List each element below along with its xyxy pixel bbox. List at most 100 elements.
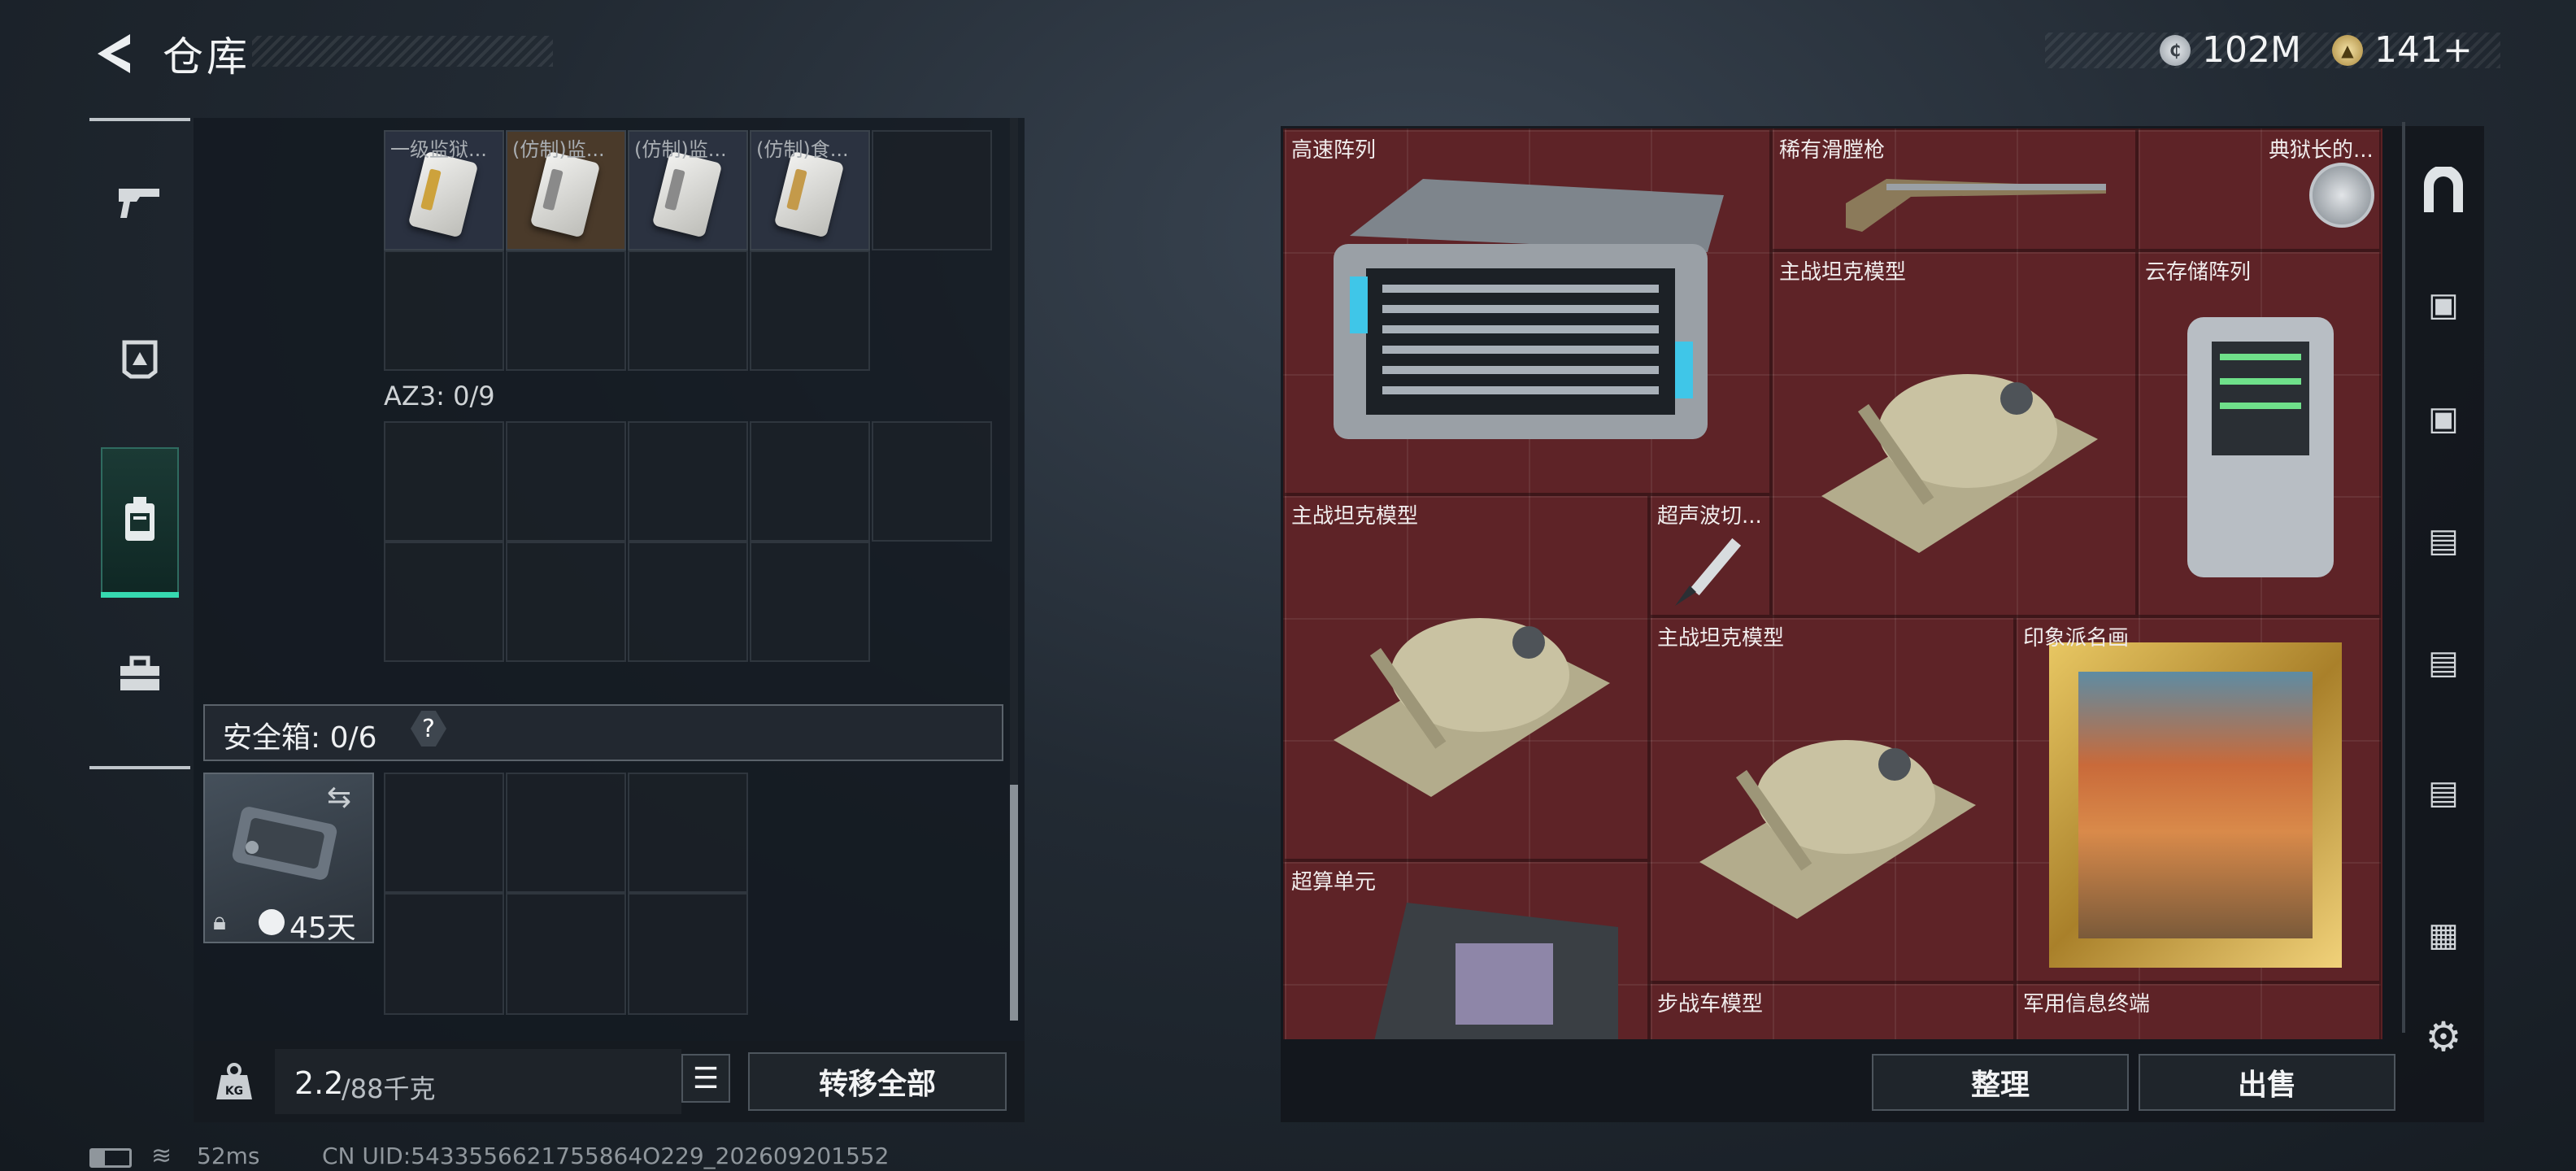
currency-gold-amount[interactable]: 141+ [2374,29,2473,71]
item-supercomputing-unit[interactable]: 超算单元 [1283,860,1649,1039]
grid-cell[interactable] [384,250,504,371]
battery-icon [89,1148,132,1168]
tab-stash-5[interactable]: ▤ [2405,602,2482,724]
grid-cell[interactable] [628,250,748,371]
badge-icon [2309,163,2374,228]
item-ultrasonic-cutter[interactable]: 超声波切... [1649,494,1771,616]
title-decoration [252,36,553,67]
scrollbar-thumb[interactable] [1010,785,1018,1021]
safe-box-label: 安全箱: 0/6 [223,721,377,755]
weight-max: /88千克 [342,1073,436,1104]
safe-box-duration: 45天 [289,912,356,945]
swap-icon[interactable]: ⇆ [327,781,351,814]
replica-card-icon [773,150,845,238]
item-military-terminal[interactable]: 军用信息终端 [2015,982,2381,1039]
grid-cell[interactable] [506,773,626,893]
grid-cell[interactable] [872,421,992,542]
tab-stash-6[interactable]: ▤ [2405,732,2482,854]
tab-stash-3[interactable]: ▣ [2405,358,2482,480]
tab-stash-4[interactable]: ▤ [2405,480,2482,602]
grid-cell[interactable] [384,893,504,1015]
tab-toolbox[interactable] [89,606,190,752]
item-label: 高速阵列 [1291,138,1377,163]
replica-card-icon [651,150,723,238]
item-warden-badge[interactable]: 典狱长的... [2137,128,2381,250]
grid-cell[interactable] [384,421,504,542]
grid-cell[interactable] [750,250,870,371]
tab-weapon[interactable] [89,134,190,281]
item-label: 主战坦克模型 [1657,626,1785,651]
item-ifv-model[interactable]: 步战车模型 [1649,982,2015,1039]
item-tank-model[interactable]: 主战坦克模型 [1283,494,1649,860]
item-tank-model[interactable]: 主战坦克模型 [1771,250,2137,616]
tab-helmet[interactable] [89,289,190,435]
grid-cell[interactable] [384,542,504,662]
item-tank-model[interactable]: 主战坦克模型 [1649,616,2015,982]
item-label: 步战车模型 [1657,992,1764,1016]
item-label: 主战坦克模型 [1779,260,1907,285]
helmet-icon [120,334,160,390]
tab-all-stash[interactable] [2405,134,2482,256]
tab-backpack[interactable] [101,451,179,598]
item-label: 军用信息终端 [2023,992,2151,1016]
item-label: 超算单元 [1291,870,1377,895]
server-array-icon [1334,179,1724,439]
grid-cell[interactable] [506,421,626,542]
grid-cell[interactable] [628,893,748,1015]
weight-icon: KG [213,1060,255,1106]
painting-canvas [2078,672,2313,938]
folder-icon: ▤ [2428,774,2459,812]
cloud-storage-icon [2187,317,2334,577]
item-impressionist-painting[interactable]: 印象派名画 [2015,616,2381,982]
grid-cell[interactable] [750,542,870,662]
gun-icon [115,182,164,233]
stash-grid: 高速阵列 稀有滑膛枪 典狱长的... 主战坦克模型 云存储阵列 主战坦克模型 超… [1283,128,2382,1039]
grid-cell[interactable] [628,421,748,542]
container-az3-label: AZ3: 0/9 [384,381,495,411]
tab-stash-7[interactable]: ▦ [2405,874,2482,996]
warehouse-icon: ▣ [2428,400,2459,437]
grid-cell[interactable] [628,773,748,893]
page-title: 仓库 [163,33,250,81]
item-label: 印象派名画 [2023,626,2130,651]
tank-model-icon [1821,374,2098,553]
back-button[interactable] [91,31,137,76]
toolbox-icon [117,655,163,704]
painting-frame [2049,642,2342,968]
folder-icon: ▤ [2428,522,2459,559]
cutter-icon [1675,538,1742,606]
compute-unit-icon [1374,903,1618,1039]
item-slot[interactable]: 一级监狱... [384,130,504,250]
item-rare-musket[interactable]: 稀有滑膛枪 [1771,128,2137,250]
safe-box-item[interactable]: ⇆ 🔒︎ 45天 [203,773,374,945]
grid-cell[interactable] [506,893,626,1015]
item-slot[interactable]: (仿制)监... [628,130,748,250]
item-slot[interactable]: (仿制)监... [506,130,626,250]
item-slot[interactable]: (仿制)食... [750,130,870,250]
grid-cell[interactable] [872,130,992,250]
silver-coin-icon: ₵ [2160,35,2191,66]
lock-icon: 🔒︎ [213,908,226,936]
grid-cell[interactable] [506,542,626,662]
grid-cell[interactable] [628,542,748,662]
replica-card-icon [529,150,601,238]
grid-cell[interactable] [506,250,626,371]
sort-button[interactable]: 整理 [1872,1054,2129,1111]
item-high-speed-array[interactable]: 高速阵列 [1283,128,1771,494]
sell-button[interactable]: 出售 [2139,1054,2395,1111]
warehouse-icon: ▣ [2428,286,2459,324]
grid-cell[interactable] [384,773,504,893]
grid-cell[interactable] [750,421,870,542]
transfer-all-button[interactable]: 转移全部 [748,1052,1007,1111]
item-cloud-storage-array[interactable]: 云存储阵列 [2137,250,2381,616]
settings-button[interactable]: ⚙ [2405,996,2482,1077]
tank-model-icon [1334,618,1610,797]
list-view-button[interactable]: ☰ [681,1054,730,1103]
folder-icon: ▤ [2428,644,2459,681]
ticket-icon: ▦ [2428,916,2459,954]
item-label: 典狱长的... [2269,138,2374,163]
musket-icon [1846,179,2106,232]
tab-stash-2[interactable]: ▣ [2405,244,2482,366]
prison-card-icon [407,150,479,238]
item-label: 云存储阵列 [2145,260,2252,285]
